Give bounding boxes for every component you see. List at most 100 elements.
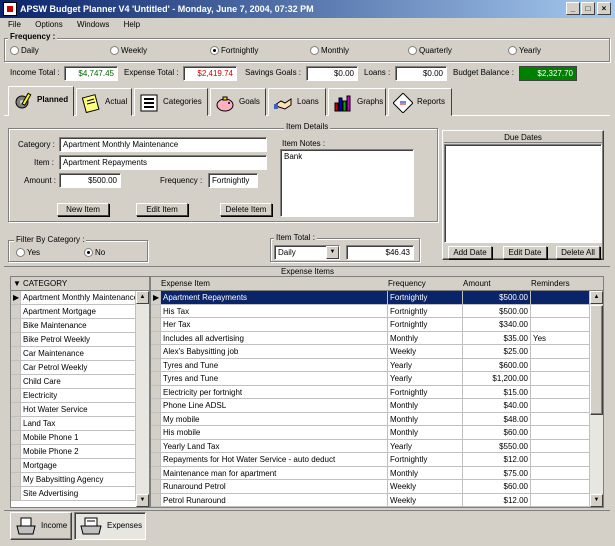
amount-cell[interactable]: $500.00: [463, 291, 531, 305]
expense-item-cell[interactable]: His Tax: [161, 304, 388, 318]
bottom-tab-expenses[interactable]: Expenses: [74, 512, 146, 540]
row-indicator[interactable]: [11, 333, 21, 347]
tab-planned[interactable]: Planned: [8, 86, 74, 116]
category-row[interactable]: Mortgage: [21, 459, 136, 473]
bottom-tab-income[interactable]: Income: [10, 512, 72, 540]
filter-no-radio[interactable]: No: [84, 248, 105, 258]
reminders-cell[interactable]: [531, 399, 590, 413]
item-notes-field[interactable]: Bank: [280, 149, 414, 217]
reminders-cell[interactable]: [531, 318, 590, 332]
filter-yes-radio[interactable]: Yes: [16, 248, 40, 258]
amount-cell[interactable]: $340.00: [463, 318, 531, 332]
expense-item-cell[interactable]: Includes all advertising: [161, 331, 388, 345]
expense-item-cell[interactable]: His mobile: [161, 426, 388, 440]
frequency-cell[interactable]: Yearly: [388, 439, 463, 453]
reminders-cell[interactable]: Yes: [531, 331, 590, 345]
row-indicator[interactable]: [11, 459, 21, 473]
row-indicator[interactable]: [151, 466, 161, 480]
row-indicator[interactable]: [11, 445, 21, 459]
amount-field[interactable]: $500.00: [59, 173, 121, 188]
row-indicator[interactable]: [151, 453, 161, 467]
frequency-cell[interactable]: Yearly: [388, 372, 463, 386]
expense-item-cell[interactable]: Alex's Babysitting job: [161, 345, 388, 359]
scroll-thumb[interactable]: [590, 305, 603, 415]
chevron-down-icon[interactable]: ▼: [326, 246, 339, 259]
frequency-cell[interactable]: Weekly: [388, 345, 463, 359]
reminders-cell[interactable]: [531, 372, 590, 386]
row-indicator[interactable]: [11, 319, 21, 333]
freq-daily-radio[interactable]: Daily: [10, 46, 39, 56]
menu-file[interactable]: File: [8, 20, 21, 29]
amount-cell[interactable]: $1,200.00: [463, 372, 531, 386]
frequency-cell[interactable]: Fortnightly: [388, 318, 463, 332]
reminders-cell[interactable]: [531, 426, 590, 440]
amount-cell[interactable]: $12.00: [463, 493, 531, 507]
frequency-cell[interactable]: Fortnightly: [388, 385, 463, 399]
category-row[interactable]: Child Care: [21, 375, 136, 389]
delete-all-dates-button[interactable]: Delete All: [556, 246, 600, 259]
reminders-column-header[interactable]: Reminders: [531, 277, 570, 290]
reminders-cell[interactable]: [531, 412, 590, 426]
category-row[interactable]: Apartment Mortgage: [21, 305, 136, 319]
amount-cell[interactable]: $25.00: [463, 345, 531, 359]
reminders-cell[interactable]: [531, 439, 590, 453]
category-row[interactable]: Apartment Monthly Maintenance: [21, 291, 136, 305]
reminders-cell[interactable]: [531, 291, 590, 305]
tab-categories[interactable]: Categories: [134, 88, 208, 116]
reminders-cell[interactable]: [531, 345, 590, 359]
tab-loans[interactable]: Loans: [268, 88, 326, 116]
expense-item-cell[interactable]: Apartment Repayments: [161, 291, 388, 305]
row-indicator[interactable]: [151, 304, 161, 318]
amount-cell[interactable]: $15.00: [463, 385, 531, 399]
frequency-cell[interactable]: Fortnightly: [388, 304, 463, 318]
expense-item-cell[interactable]: Tyres and Tune: [161, 358, 388, 372]
frequency-cell[interactable]: Yearly: [388, 358, 463, 372]
row-indicator[interactable]: [151, 331, 161, 345]
category-scrollbar[interactable]: ▲ ▼: [136, 291, 149, 507]
item-field[interactable]: Apartment Repayments: [59, 155, 267, 170]
edit-item-button[interactable]: Edit Item: [136, 203, 188, 216]
frequency-cell[interactable]: Fortnightly: [388, 453, 463, 467]
amount-cell[interactable]: $48.00: [463, 412, 531, 426]
category-row[interactable]: Car Petrol Weekly: [21, 361, 136, 375]
row-indicator[interactable]: [151, 493, 161, 507]
menu-help[interactable]: Help: [124, 20, 140, 29]
category-column-header[interactable]: CATEGORY: [23, 277, 67, 290]
expense-item-cell[interactable]: Yearly Land Tax: [161, 439, 388, 453]
category-row[interactable]: Car Maintenance: [21, 347, 136, 361]
row-indicator[interactable]: [151, 412, 161, 426]
delete-item-button[interactable]: Delete Item: [220, 203, 272, 216]
reminders-cell[interactable]: [531, 466, 590, 480]
row-indicator[interactable]: [11, 487, 21, 501]
item-frequency-field[interactable]: Fortnightly: [208, 173, 258, 188]
tab-goals[interactable]: Goals: [210, 88, 266, 116]
amount-cell[interactable]: $550.00: [463, 439, 531, 453]
row-indicator[interactable]: [11, 403, 21, 417]
freq-fortnightly-radio[interactable]: Fortnightly: [210, 46, 258, 56]
frequency-cell[interactable]: Monthly: [388, 412, 463, 426]
app-icon[interactable]: [3, 2, 17, 16]
reminders-cell[interactable]: [531, 385, 590, 399]
row-indicator[interactable]: [11, 389, 21, 403]
row-indicator[interactable]: [151, 318, 161, 332]
reminders-cell[interactable]: [531, 480, 590, 494]
reminders-cell[interactable]: [531, 304, 590, 318]
amount-cell[interactable]: $500.00: [463, 304, 531, 318]
expense-scrollbar[interactable]: ▲ ▼: [590, 291, 603, 507]
row-indicator[interactable]: [151, 385, 161, 399]
category-row[interactable]: Mobile Phone 2: [21, 445, 136, 459]
row-indicator[interactable]: [11, 431, 21, 445]
scroll-down-icon[interactable]: ▼: [136, 494, 149, 507]
row-indicator[interactable]: [11, 473, 21, 487]
category-row[interactable]: Bike Maintenance: [21, 319, 136, 333]
close-button[interactable]: ×: [597, 2, 611, 15]
row-indicator[interactable]: [151, 345, 161, 359]
category-row[interactable]: My Babysitting Agency: [21, 473, 136, 487]
expense-item-cell[interactable]: Maintenance man for apartment: [161, 466, 388, 480]
row-indicator[interactable]: [151, 480, 161, 494]
expense-item-cell[interactable]: Electricity per fortnight: [161, 385, 388, 399]
expense-item-cell[interactable]: Petrol Runaround: [161, 493, 388, 507]
expense-item-cell[interactable]: Tyres and Tune: [161, 372, 388, 386]
due-dates-list[interactable]: [444, 144, 602, 243]
scroll-up-icon[interactable]: ▲: [136, 291, 149, 304]
